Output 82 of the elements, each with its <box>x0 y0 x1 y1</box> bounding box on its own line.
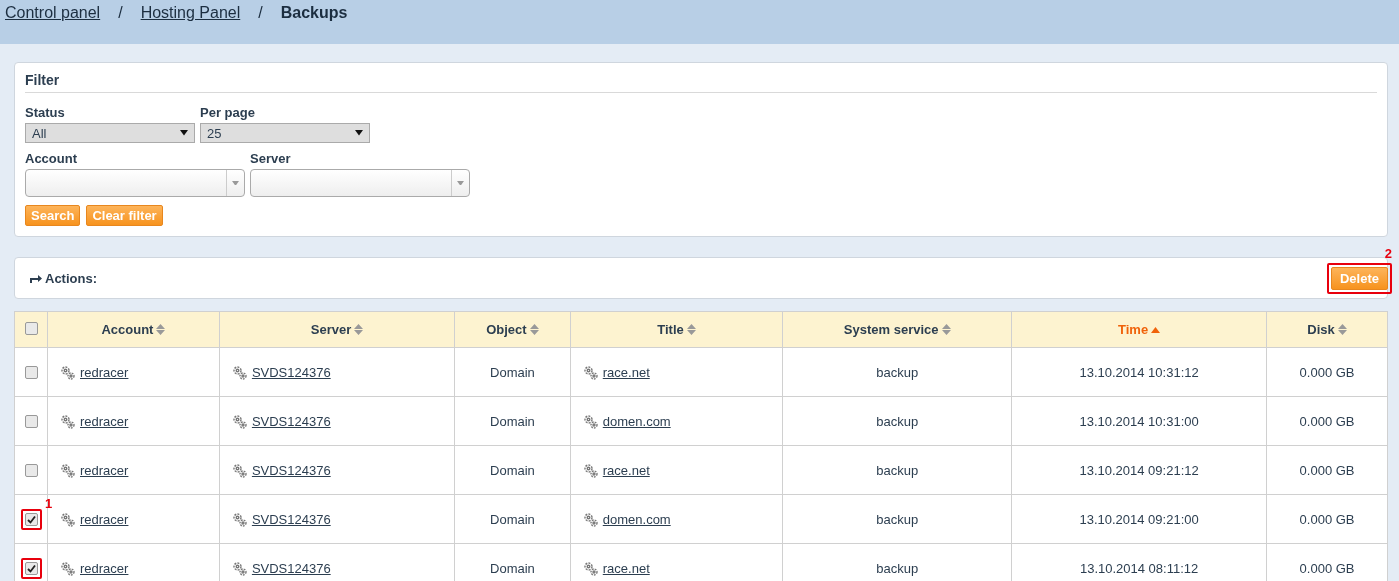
gears-icon <box>59 363 76 381</box>
gears-icon <box>581 461 599 479</box>
select-field[interactable]: All <box>25 123 195 143</box>
gears-icon <box>581 363 599 381</box>
dropdown-arrow-icon <box>180 130 188 136</box>
gears-icon <box>230 412 248 430</box>
table-cell: Domain <box>490 413 535 429</box>
server-link[interactable]: SVDS124376 <box>251 364 331 380</box>
checkbox[interactable] <box>24 463 38 477</box>
column-header[interactable]: System service <box>843 322 939 337</box>
breadcrumb-separator: / <box>118 4 123 22</box>
table-cell: Domain <box>490 511 535 527</box>
server-link[interactable]: SVDS124376 <box>251 462 331 478</box>
table-cell: 0.000 GB <box>1299 511 1355 527</box>
gears-icon <box>581 412 599 430</box>
gears-icon <box>230 363 248 381</box>
field-label: Server <box>250 151 292 166</box>
table-cell: Domain <box>490 462 535 478</box>
field-label: Account <box>25 151 78 166</box>
gears-icon <box>59 412 76 430</box>
table-cell: 0.000 GB <box>1299 364 1355 380</box>
column-header[interactable]: Disk <box>1307 322 1335 337</box>
column-header[interactable]: Account <box>101 322 154 337</box>
table-cell: 0.000 GB <box>1299 560 1355 576</box>
callout-number: 2 <box>1384 245 1392 261</box>
table-cell: backup <box>876 462 919 478</box>
field-label: Status <box>25 105 66 120</box>
select-field[interactable]: 25 <box>200 123 370 143</box>
title-link[interactable]: race.net <box>602 462 650 478</box>
title-link[interactable]: race.net <box>602 560 650 576</box>
server-link[interactable]: SVDS124376 <box>251 413 331 429</box>
panel-title: Filter <box>25 72 1377 93</box>
actions-label: Actions: <box>45 270 97 286</box>
server-link[interactable]: SVDS124376 <box>251 560 331 576</box>
title-link[interactable]: race.net <box>602 364 650 380</box>
account-link[interactable]: redracer <box>80 560 129 576</box>
gears-icon <box>230 510 248 528</box>
breadcrumb-separator: / <box>258 4 263 22</box>
table-cell: 13.10.2014 10:31:12 <box>1079 364 1199 380</box>
callout-number: 1 <box>45 496 53 511</box>
gears-icon <box>59 559 76 577</box>
gears-icon <box>230 559 248 577</box>
table-cell: 13.10.2014 09:21:00 <box>1079 511 1199 527</box>
table-cell: backup <box>876 413 919 429</box>
table-cell: 0.000 GB <box>1299 462 1355 478</box>
table-cell: Domain <box>490 560 535 576</box>
combo-field[interactable] <box>250 169 470 197</box>
checkbox[interactable] <box>24 321 38 335</box>
field-label: Per page <box>200 105 256 120</box>
account-link[interactable]: redracer <box>80 413 129 429</box>
table-cell: backup <box>876 560 919 576</box>
forward-arrow-icon <box>29 273 42 283</box>
combo-field[interactable] <box>25 169 245 197</box>
column-header[interactable]: Server <box>310 322 352 337</box>
breadcrumb-link[interactable]: Hosting Panel <box>140 4 241 22</box>
table-cell: 0.000 GB <box>1299 413 1355 429</box>
table-cell: 13.10.2014 09:21:12 <box>1079 462 1199 478</box>
table-cell: backup <box>876 364 919 380</box>
checkbox[interactable] <box>24 365 38 379</box>
dropdown-arrow-icon <box>232 180 239 186</box>
page-title: Backups <box>280 4 348 22</box>
table-cell: 13.10.2014 08:11:12 <box>1079 560 1199 576</box>
account-link[interactable]: redracer <box>80 511 129 527</box>
account-link[interactable]: redracer <box>80 462 129 478</box>
gears-icon <box>581 559 599 577</box>
table-cell: backup <box>876 511 919 527</box>
table-cell: Domain <box>490 364 535 380</box>
account-link[interactable]: redracer <box>80 364 129 380</box>
checkbox[interactable] <box>24 414 38 428</box>
column-header[interactable]: Title <box>657 322 684 337</box>
dropdown-arrow-icon <box>457 180 464 186</box>
dropdown-arrow-icon <box>355 130 363 136</box>
title-link[interactable]: domen.com <box>602 413 671 429</box>
gears-icon <box>59 461 76 479</box>
gears-icon <box>59 510 76 528</box>
server-link[interactable]: SVDS124376 <box>251 511 331 527</box>
table-cell: 13.10.2014 10:31:00 <box>1079 413 1199 429</box>
gears-icon <box>230 461 248 479</box>
title-link[interactable]: domen.com <box>602 511 671 527</box>
gears-icon <box>581 510 599 528</box>
breadcrumb-link[interactable]: Control panel <box>5 4 101 22</box>
column-header[interactable]: Object <box>486 322 527 337</box>
